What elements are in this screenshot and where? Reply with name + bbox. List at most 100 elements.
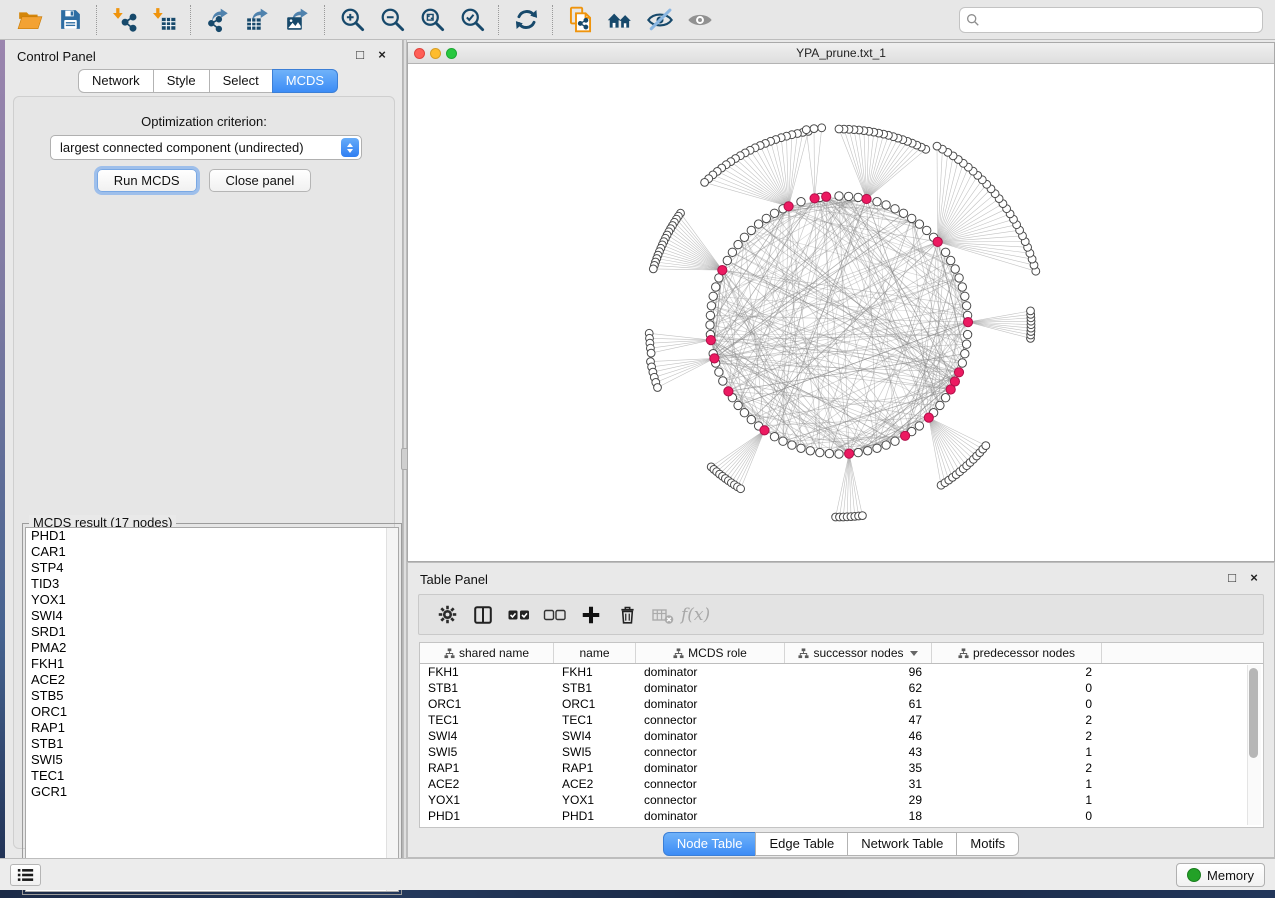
zoom-out-button[interactable] <box>373 3 411 37</box>
column-visibility-button[interactable] <box>465 599 501 631</box>
network-node[interactable] <box>955 274 963 282</box>
tab-edge-table[interactable]: Edge Table <box>755 832 848 856</box>
network-node[interactable] <box>762 214 770 222</box>
network-node[interactable] <box>797 198 805 206</box>
copy-network-button[interactable] <box>561 3 599 37</box>
table-row[interactable]: TEC1TEC1connector472 <box>420 712 1263 728</box>
tab-network-table[interactable]: Network Table <box>847 832 957 856</box>
first-neighbors-button[interactable] <box>601 3 639 37</box>
mcds-result-item[interactable]: SWI4 <box>26 608 398 624</box>
network-node[interactable] <box>864 447 872 455</box>
network-node[interactable] <box>747 415 755 423</box>
save-session-button[interactable] <box>51 3 89 37</box>
network-node[interactable] <box>701 179 709 187</box>
network-node[interactable] <box>706 321 714 329</box>
tab-network[interactable]: Network <box>78 69 154 93</box>
network-node[interactable] <box>740 409 748 417</box>
mcds-dominator-node[interactable] <box>901 431 910 440</box>
mcds-dominator-node[interactable] <box>810 194 819 203</box>
scrollbar-thumb[interactable] <box>1249 668 1258 758</box>
network-node[interactable] <box>747 226 755 234</box>
network-node[interactable] <box>941 248 949 256</box>
import-table-button[interactable] <box>145 3 183 37</box>
network-node[interactable] <box>654 384 662 392</box>
network-node[interactable] <box>737 485 745 493</box>
network-node[interactable] <box>818 124 826 132</box>
network-node[interactable] <box>835 192 843 200</box>
refresh-view-button[interactable] <box>507 3 545 37</box>
mcds-result-item[interactable]: ORC1 <box>26 704 398 720</box>
mcds-dominator-node[interactable] <box>862 194 871 203</box>
run-mcds-button[interactable]: Run MCDS <box>97 169 197 192</box>
mcds-dominator-node[interactable] <box>724 387 733 396</box>
network-node[interactable] <box>788 441 796 449</box>
mcds-result-item[interactable]: PHD1 <box>26 528 398 544</box>
table-row[interactable]: ORC1ORC1dominator610 <box>420 696 1263 712</box>
mcds-result-item[interactable]: TID3 <box>26 576 398 592</box>
mcds-dominator-node[interactable] <box>760 426 769 435</box>
mcds-result-item[interactable]: STP4 <box>26 560 398 576</box>
network-node[interactable] <box>882 441 890 449</box>
network-node[interactable] <box>835 125 843 133</box>
network-node[interactable] <box>797 444 805 452</box>
mcds-result-item[interactable]: TEC1 <box>26 768 398 784</box>
network-node[interactable] <box>961 350 969 358</box>
table-row[interactable]: YOX1YOX1connector291 <box>420 792 1263 808</box>
zoom-selected-button[interactable] <box>453 3 491 37</box>
network-node[interactable] <box>951 265 959 273</box>
network-node[interactable] <box>706 311 714 319</box>
column-header-name[interactable]: name <box>554 643 636 663</box>
network-node[interactable] <box>915 422 923 430</box>
network-node[interactable] <box>961 292 969 300</box>
close-panel-button[interactable]: Close panel <box>209 169 312 192</box>
table-row[interactable]: ACE2ACE2connector311 <box>420 776 1263 792</box>
select-all-rows-button[interactable] <box>501 599 537 631</box>
close-panel-icon[interactable]: × <box>374 46 390 62</box>
mcds-result-item[interactable]: SWI5 <box>26 752 398 768</box>
network-node[interactable] <box>963 330 971 338</box>
network-node[interactable] <box>802 126 810 134</box>
network-node[interactable] <box>806 447 814 455</box>
mcds-result-item[interactable]: SRD1 <box>26 624 398 640</box>
network-node[interactable] <box>825 449 833 457</box>
task-history-button[interactable] <box>10 864 41 886</box>
function-builder-icon[interactable]: f(x) <box>681 605 710 625</box>
deselect-all-rows-button[interactable] <box>537 599 573 631</box>
mcds-dominator-node[interactable] <box>718 266 727 275</box>
float-panel-icon[interactable]: □ <box>352 46 368 62</box>
float-panel-icon[interactable]: □ <box>1224 569 1240 585</box>
network-node[interactable] <box>1027 307 1035 315</box>
network-node[interactable] <box>958 283 966 291</box>
export-image-button[interactable] <box>279 3 317 37</box>
table-scrollbar[interactable] <box>1247 665 1261 825</box>
table-options-gear-button[interactable] <box>429 599 465 631</box>
table-row[interactable]: SWI4SWI4dominator462 <box>420 728 1263 744</box>
mcds-result-item[interactable]: YOX1 <box>26 592 398 608</box>
network-node[interactable] <box>908 214 916 222</box>
show-all-button[interactable] <box>681 3 719 37</box>
network-node[interactable] <box>982 442 990 450</box>
network-node[interactable] <box>754 220 762 228</box>
tab-mcds[interactable]: MCDS <box>272 69 338 93</box>
close-panel-icon[interactable]: × <box>1246 569 1262 585</box>
network-graph-canvas[interactable] <box>408 63 1274 561</box>
network-node[interactable] <box>859 512 867 520</box>
tab-motifs[interactable]: Motifs <box>956 832 1019 856</box>
mcds-result-item[interactable]: GCR1 <box>26 784 398 800</box>
network-node[interactable] <box>770 433 778 441</box>
mcds-result-item[interactable]: RAP1 <box>26 720 398 736</box>
search-input[interactable] <box>985 12 1256 29</box>
mcds-result-item[interactable]: CAR1 <box>26 544 398 560</box>
export-network-button[interactable] <box>199 3 237 37</box>
network-node[interactable] <box>715 368 723 376</box>
mcds-dominator-node[interactable] <box>924 413 933 422</box>
network-node[interactable] <box>779 437 787 445</box>
network-node[interactable] <box>810 125 818 133</box>
network-node[interactable] <box>941 394 949 402</box>
network-node[interactable] <box>882 201 890 209</box>
mcds-dominator-node[interactable] <box>710 354 719 363</box>
network-node[interactable] <box>854 193 862 201</box>
network-node[interactable] <box>936 401 944 409</box>
delete-column-button[interactable] <box>609 599 645 631</box>
network-node[interactable] <box>647 349 655 357</box>
